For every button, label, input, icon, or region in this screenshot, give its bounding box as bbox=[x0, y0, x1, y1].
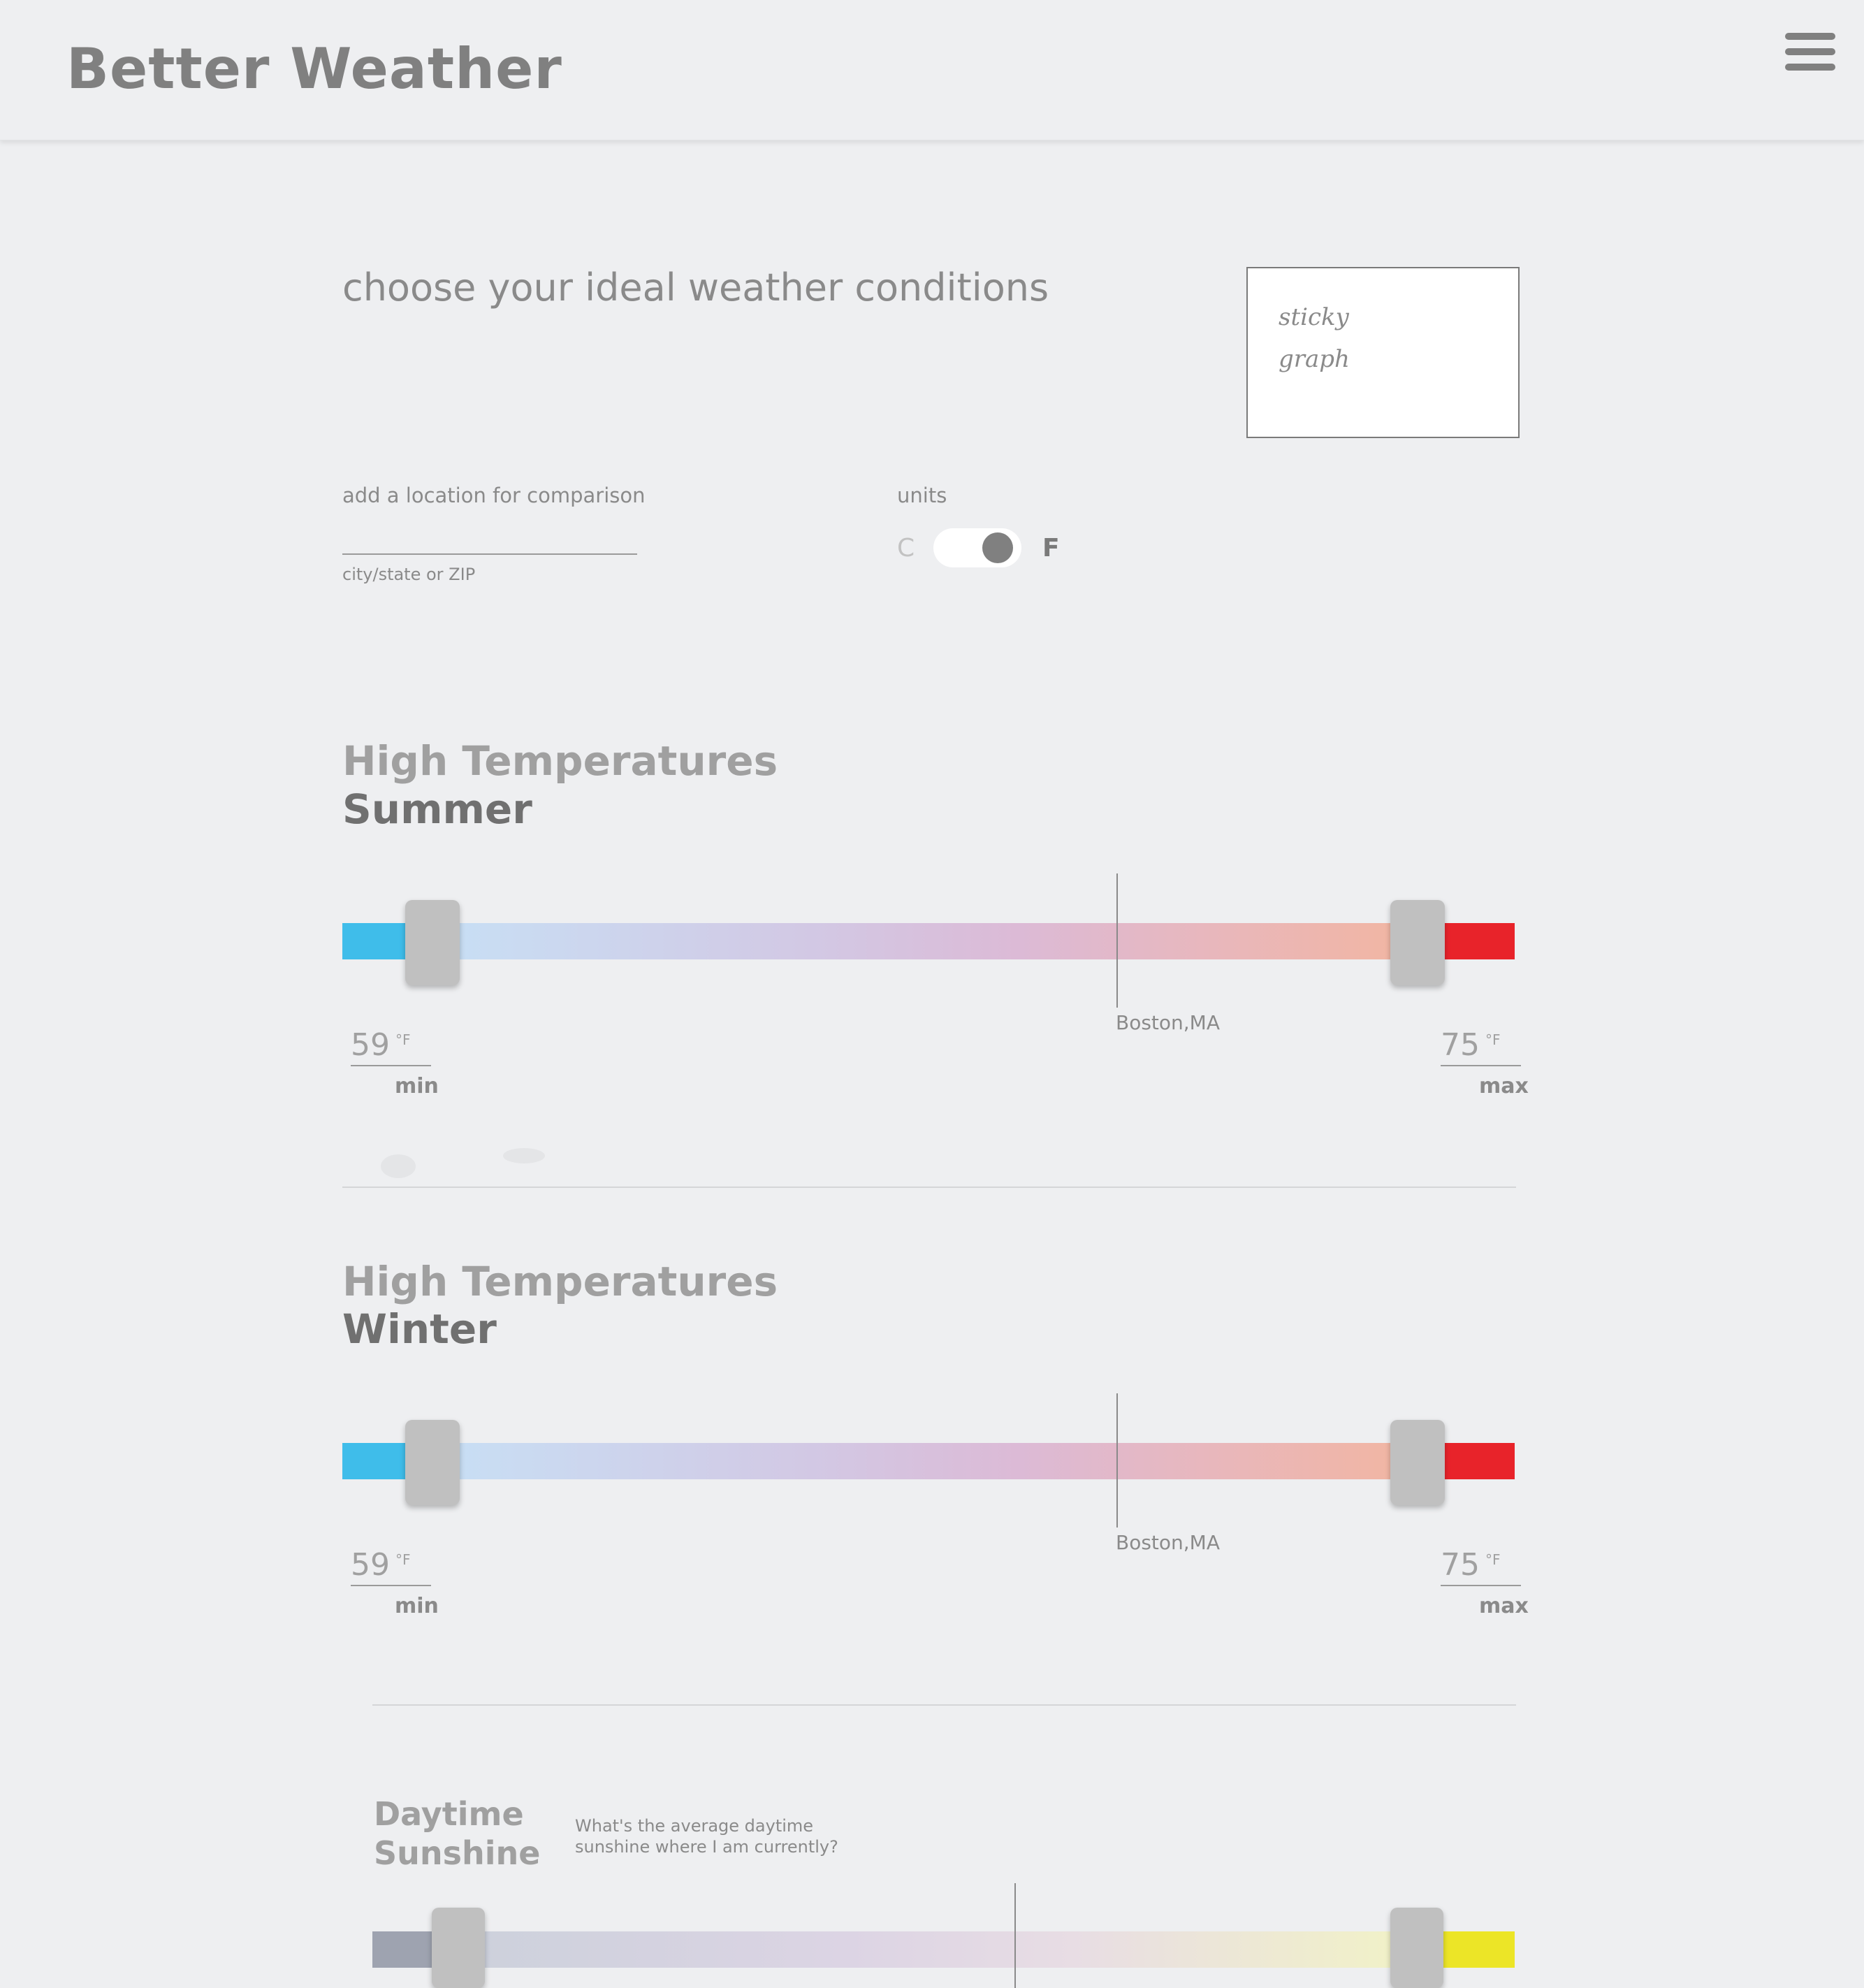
max-caption: max bbox=[1479, 1594, 1529, 1618]
location-marker-label: Boston,MA bbox=[1116, 1531, 1220, 1554]
slider-cold-zone bbox=[342, 923, 412, 959]
sunshine-question-link[interactable]: What's the average daytime sunshine wher… bbox=[575, 1815, 868, 1857]
max-slider-handle[interactable] bbox=[1390, 1420, 1445, 1505]
winter-section-subtitle: Winter bbox=[342, 1305, 497, 1353]
slider-sunny-zone bbox=[1443, 1931, 1515, 1968]
min-caption: min bbox=[395, 1594, 439, 1618]
location-marker-label: Boston,MA bbox=[1116, 1011, 1220, 1034]
location-label: add a location for comparison bbox=[342, 484, 646, 507]
max-value-underline bbox=[1441, 1585, 1521, 1586]
slider-cloudy-zone bbox=[372, 1931, 432, 1968]
min-slider-handle[interactable] bbox=[432, 1908, 485, 1988]
units-label: units bbox=[897, 484, 947, 507]
sticky-graph-placeholder: sticky graph bbox=[1246, 267, 1520, 438]
slider-range-track[interactable] bbox=[458, 923, 1394, 959]
summer-section-subtitle: Summer bbox=[342, 785, 532, 833]
location-hint: city/state or ZIP bbox=[342, 565, 476, 584]
location-marker bbox=[1116, 1393, 1118, 1528]
min-value: 59 °F bbox=[351, 1027, 411, 1063]
sunshine-title-line2: Sunshine bbox=[374, 1834, 541, 1872]
slider-cold-zone bbox=[342, 1443, 412, 1479]
min-value-underline bbox=[351, 1585, 431, 1586]
section-divider bbox=[342, 1187, 1516, 1188]
max-slider-handle[interactable] bbox=[1390, 900, 1445, 985]
app-title: Better Weather bbox=[66, 36, 562, 101]
min-caption: min bbox=[395, 1074, 439, 1098]
slider-hot-zone bbox=[1439, 923, 1515, 959]
sticky-graph-line2: graph bbox=[1279, 345, 1350, 373]
max-value-underline bbox=[1441, 1065, 1521, 1066]
unit-celsius-label[interactable]: C bbox=[897, 534, 915, 563]
slider-range-track[interactable] bbox=[458, 1443, 1394, 1479]
page-prompt: choose your ideal weather conditions bbox=[342, 266, 1049, 310]
location-input[interactable] bbox=[342, 517, 637, 555]
location-marker bbox=[1014, 1883, 1016, 1988]
winter-section-title: High Temperatures bbox=[342, 1258, 778, 1305]
unit-fahrenheit-label[interactable]: F bbox=[1042, 534, 1060, 563]
location-marker bbox=[1116, 873, 1118, 1008]
max-value: 75 °F bbox=[1441, 1027, 1501, 1063]
min-value-underline bbox=[351, 1065, 431, 1066]
max-caption: max bbox=[1479, 1074, 1529, 1098]
sticky-graph-line1: sticky bbox=[1279, 303, 1349, 331]
max-value: 75 °F bbox=[1441, 1547, 1501, 1583]
toggle-knob bbox=[982, 532, 1013, 563]
sunshine-section-title: Daytime Sunshine bbox=[374, 1794, 540, 1873]
min-slider-handle[interactable] bbox=[405, 900, 460, 985]
sunshine-title-line1: Daytime bbox=[374, 1795, 524, 1833]
min-slider-handle[interactable] bbox=[405, 1420, 460, 1505]
hamburger-menu-icon[interactable] bbox=[1785, 33, 1835, 71]
decorative-smudge bbox=[381, 1154, 416, 1178]
slider-hot-zone bbox=[1439, 1443, 1515, 1479]
summer-section-title: High Temperatures bbox=[342, 737, 778, 785]
min-value: 59 °F bbox=[351, 1547, 411, 1583]
max-slider-handle[interactable] bbox=[1390, 1908, 1443, 1988]
slider-range-track[interactable] bbox=[482, 1931, 1394, 1968]
units-toggle[interactable] bbox=[933, 528, 1021, 567]
decorative-smudge bbox=[503, 1148, 545, 1163]
section-divider bbox=[372, 1704, 1516, 1706]
app-header: Better Weather bbox=[0, 0, 1864, 140]
